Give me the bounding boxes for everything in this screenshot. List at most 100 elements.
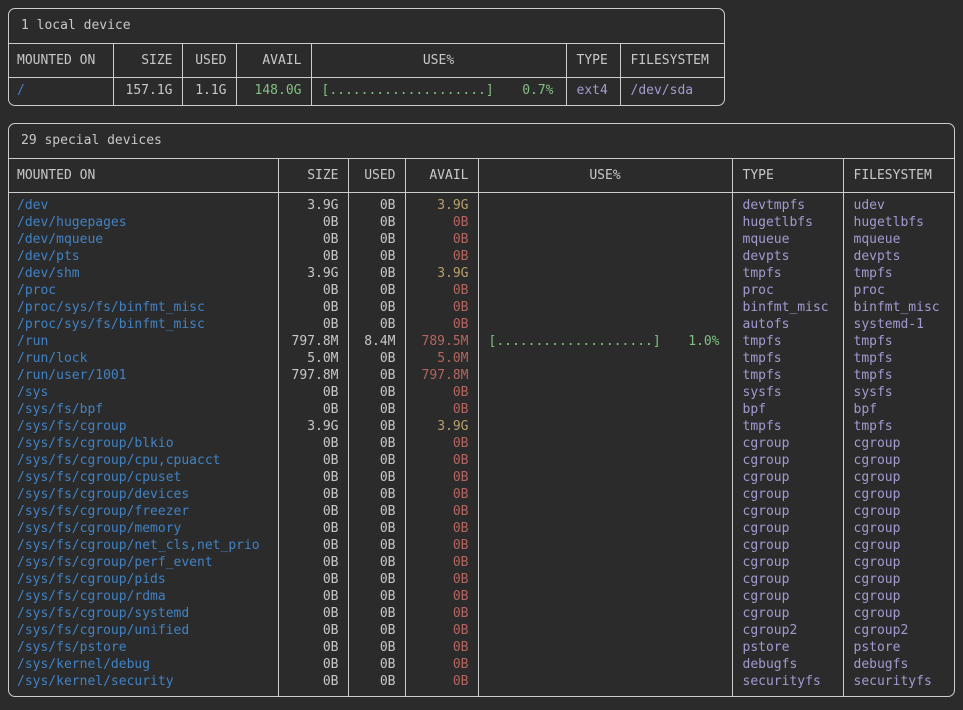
usage-cell: [478, 367, 732, 384]
type-cell: cgroup: [732, 435, 843, 452]
mount-point-cell: /sys/kernel/security: [9, 673, 278, 696]
usage-cell: [478, 639, 732, 656]
size-cell: 3.9G: [278, 193, 348, 215]
fs-row: /sys/fs/pstore0B0B0Bpstorepstore: [9, 639, 955, 656]
size-cell: 0B: [278, 554, 348, 571]
fs-row: /sys/fs/cgroup/unified0B0B0Bcgroup2cgrou…: [9, 622, 955, 639]
filesystem-cell: bpf: [843, 401, 955, 418]
avail-cell: 148.0G: [236, 78, 311, 106]
filesystem-cell: proc: [843, 282, 955, 299]
type-cell: bpf: [732, 401, 843, 418]
filesystem-cell: udev: [843, 193, 955, 215]
used-cell: 0B: [348, 214, 405, 231]
usage-cell: [478, 401, 732, 418]
size-cell: 0B: [278, 435, 348, 452]
avail-cell: 3.9G: [405, 265, 478, 282]
header-type: TYPE: [732, 159, 843, 193]
header-use-percent: USE%: [311, 44, 566, 78]
type-cell: securityfs: [732, 673, 843, 696]
fs-row: /sys/kernel/security0B0B0Bsecurityfssecu…: [9, 673, 955, 696]
fs-row: /sys/fs/cgroup/net_cls,net_prio0B0B0Bcgr…: [9, 537, 955, 554]
size-cell: 3.9G: [278, 265, 348, 282]
size-cell: 0B: [278, 605, 348, 622]
used-cell: 0B: [348, 316, 405, 333]
header-use-percent: USE%: [478, 159, 732, 193]
usage-cell: [478, 418, 732, 435]
filesystem-cell: cgroup: [843, 571, 955, 588]
usage-cell: [478, 316, 732, 333]
usage-cell: [478, 486, 732, 503]
mount-point-cell: /proc: [9, 282, 278, 299]
avail-cell: 0B: [405, 214, 478, 231]
fs-row: /sys/fs/cgroup/memory0B0B0Bcgroupcgroup: [9, 520, 955, 537]
usage-cell: [478, 248, 732, 265]
avail-cell: 0B: [405, 673, 478, 696]
avail-cell: 0B: [405, 503, 478, 520]
usage-cell: [....................] 1.0%: [478, 333, 732, 350]
usage-percent: 1.0%: [688, 333, 719, 350]
mount-point-cell: /sys/fs/cgroup/perf_event: [9, 554, 278, 571]
type-cell: tmpfs: [732, 418, 843, 435]
usage-bar: [....................]: [489, 333, 661, 350]
used-cell: 0B: [348, 452, 405, 469]
usage-cell: [478, 469, 732, 486]
mount-point-cell: /dev/pts: [9, 248, 278, 265]
fs-row: /sys/fs/cgroup/freezer0B0B0Bcgroupcgroup: [9, 503, 955, 520]
header-mounted-on: MOUNTED ON: [9, 44, 113, 78]
type-cell: hugetlbfs: [732, 214, 843, 231]
size-cell: 0B: [278, 588, 348, 605]
fs-row: /dev/hugepages0B0B0Bhugetlbfshugetlbfs: [9, 214, 955, 231]
used-cell: 0B: [348, 503, 405, 520]
local-table-grid: MOUNTED ON SIZE USED AVAIL USE% TYPE FIL…: [9, 44, 725, 105]
mount-point-cell: /run: [9, 333, 278, 350]
used-cell: 0B: [348, 248, 405, 265]
mount-point-cell: /sys/fs/cgroup/unified: [9, 622, 278, 639]
special-header-row: MOUNTED ON SIZE USED AVAIL USE% TYPE FIL…: [9, 159, 955, 193]
size-cell: 0B: [278, 214, 348, 231]
mount-point-cell: /sys/fs/cgroup/cpuset: [9, 469, 278, 486]
mount-point-cell: /sys/fs/cgroup/memory: [9, 520, 278, 537]
type-cell: cgroup: [732, 469, 843, 486]
fs-row: /sys/fs/bpf0B0B0Bbpfbpf: [9, 401, 955, 418]
size-cell: 3.9G: [278, 418, 348, 435]
special-table-title: 29 special devices: [9, 124, 954, 159]
header-size: SIZE: [278, 159, 348, 193]
filesystem-cell: tmpfs: [843, 350, 955, 367]
mount-point-cell: /sys/fs/cgroup/systemd: [9, 605, 278, 622]
used-cell: 0B: [348, 265, 405, 282]
avail-cell: 789.5M: [405, 333, 478, 350]
filesystem-cell: systemd-1: [843, 316, 955, 333]
used-cell: 0B: [348, 367, 405, 384]
mount-point-cell: /proc/sys/fs/binfmt_misc: [9, 299, 278, 316]
filesystem-cell: hugetlbfs: [843, 214, 955, 231]
type-cell: binfmt_misc: [732, 299, 843, 316]
type-cell: cgroup: [732, 588, 843, 605]
used-cell: 0B: [348, 605, 405, 622]
size-cell: 0B: [278, 248, 348, 265]
filesystem-cell: debugfs: [843, 656, 955, 673]
local-devices-table: 1 local device MOUNTED ON SIZE USED AVAI…: [8, 8, 725, 106]
type-cell: tmpfs: [732, 265, 843, 282]
filesystem-cell: /dev/sda: [620, 78, 725, 106]
type-cell: mqueue: [732, 231, 843, 248]
special-table-grid: MOUNTED ON SIZE USED AVAIL USE% TYPE FIL…: [9, 159, 955, 696]
avail-cell: 0B: [405, 520, 478, 537]
avail-cell: 0B: [405, 316, 478, 333]
size-cell: 0B: [278, 401, 348, 418]
filesystem-cell: cgroup: [843, 537, 955, 554]
used-cell: 1.1G: [182, 78, 236, 106]
filesystem-cell: devpts: [843, 248, 955, 265]
header-used: USED: [348, 159, 405, 193]
avail-cell: 3.9G: [405, 418, 478, 435]
usage-bar-wrap: [....................]0.7%: [322, 82, 554, 99]
fs-row: /sys/fs/cgroup/devices0B0B0Bcgroupcgroup: [9, 486, 955, 503]
fs-row: /dev3.9G0B3.9Gdevtmpfsudev: [9, 193, 955, 215]
usage-cell: [478, 435, 732, 452]
avail-cell: 0B: [405, 435, 478, 452]
fs-row: /run/user/1001797.8M0B797.8Mtmpfstmpfs: [9, 367, 955, 384]
type-cell: sysfs: [732, 384, 843, 401]
usage-bar-wrap: [....................] 1.0%: [489, 333, 720, 350]
type-cell: cgroup: [732, 554, 843, 571]
terminal-screen: 1 local device MOUNTED ON SIZE USED AVAI…: [0, 0, 963, 705]
type-cell: tmpfs: [732, 367, 843, 384]
